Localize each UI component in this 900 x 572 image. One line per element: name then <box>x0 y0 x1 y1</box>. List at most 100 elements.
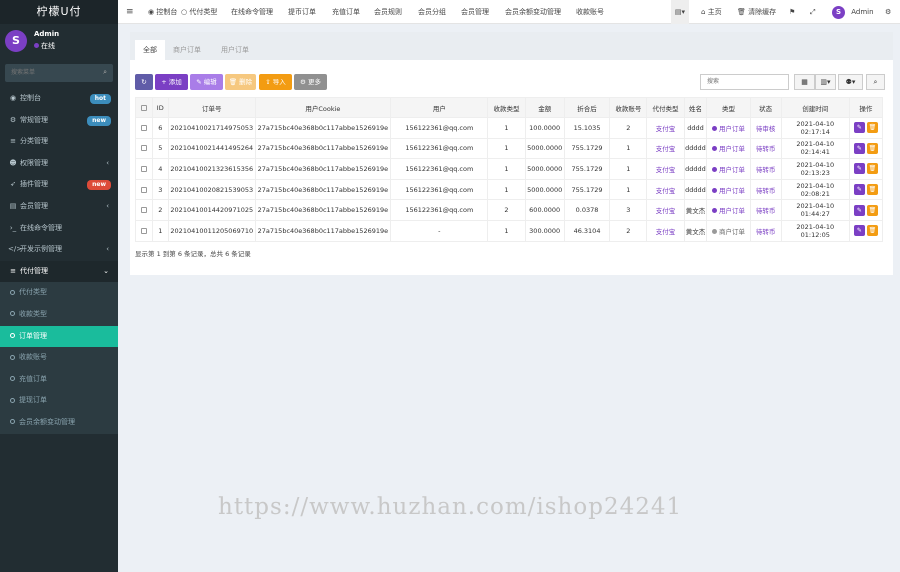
checkbox[interactable] <box>140 207 147 214</box>
delete-row-icon[interactable]: 🗑 <box>866 122 878 134</box>
tab-user-orders[interactable]: 用户订单 <box>213 40 257 60</box>
menu-search-input[interactable] <box>5 64 113 82</box>
cell-dai-type[interactable]: 支付宝 <box>646 178 685 201</box>
cell-status[interactable]: 待转币 <box>749 158 782 180</box>
export-dropdown-icon[interactable]: ⚉▾ <box>838 74 863 90</box>
column-header[interactable]: 状态 <box>749 97 782 118</box>
row-checkbox-cell[interactable] <box>135 158 153 180</box>
cell-status[interactable]: 待转币 <box>749 219 782 242</box>
edit-row-icon[interactable]: ✎ <box>853 163 865 175</box>
row-checkbox-cell[interactable] <box>135 219 153 242</box>
column-header[interactable]: 折合后 <box>563 97 611 118</box>
top-nav-item-7[interactable]: 会员管理 <box>461 0 489 24</box>
checkbox[interactable] <box>140 186 147 193</box>
flag-icon[interactable]: ⚑ <box>789 0 795 24</box>
grid-menu-icon[interactable]: ▤▾ <box>671 0 689 24</box>
column-header[interactable]: 收款账号 <box>609 97 648 118</box>
submenu-item-1[interactable]: 收款类型 <box>0 304 118 326</box>
edit-row-icon[interactable]: ✎ <box>853 225 865 237</box>
checkbox[interactable] <box>140 124 147 131</box>
top-nav-item-6[interactable]: 会员分组 <box>418 0 446 24</box>
table-row[interactable]: 1 20210410011205069710 27a715bc40e368b0c11… <box>135 219 884 242</box>
row-checkbox-cell[interactable] <box>135 117 153 139</box>
toggle-view-icon[interactable]: ▦ <box>794 74 815 90</box>
clear-cache-button[interactable]: 🗑 清除缓存 <box>737 0 776 24</box>
column-header[interactable]: 用户Cookie <box>254 97 392 118</box>
checkbox[interactable] <box>140 165 147 172</box>
delete-row-icon[interactable]: 🗑 <box>866 204 878 216</box>
cell-dai-type[interactable]: 支付宝 <box>646 137 685 160</box>
sidebar-item-0[interactable]: ◉ 控制台 hot <box>0 88 118 110</box>
column-header[interactable]: 操作 <box>848 97 884 118</box>
submenu-item-2[interactable]: 订单管理 <box>0 325 118 348</box>
submenu-item-6[interactable]: 会员余额变动管理 <box>0 412 118 434</box>
search-toggle-icon[interactable]: ⌕ <box>866 74 885 90</box>
cell-dai-type[interactable]: 支付宝 <box>646 117 685 139</box>
menu-toggle-icon[interactable]: ≡ <box>126 0 134 24</box>
edit-button[interactable]: ✎ 编辑 <box>190 74 223 90</box>
settings-icon[interactable]: ⚙ <box>885 0 891 24</box>
table-row[interactable]: 4 20210410021323615356 27a715bc40e368b0c11… <box>135 158 884 180</box>
sidebar-item-3[interactable]: ☻ 权限管理 ‹ <box>0 153 118 175</box>
delete-button[interactable]: 🗑 删除 <box>225 74 256 90</box>
app-logo-title[interactable]: 柠檬U付 <box>0 0 118 24</box>
delete-row-icon[interactable]: 🗑 <box>866 184 878 196</box>
import-button[interactable]: ⇪ 导入 <box>259 74 292 90</box>
row-checkbox-cell[interactable] <box>135 137 153 160</box>
sidebar-item-7[interactable]: </>开发示例管理 ‹ <box>0 239 118 261</box>
submenu-item-4[interactable]: 充值订单 <box>0 369 118 391</box>
sidebar-item-8[interactable]: ≡ 代付管理 ⌄ <box>0 260 118 283</box>
search-icon[interactable]: ⌕ <box>103 68 107 77</box>
cell-status[interactable]: 待审核 <box>749 117 782 139</box>
table-row[interactable]: 6 20210410021714975053 27a715bc40e368b0c11… <box>135 117 884 139</box>
column-header[interactable]: 金额 <box>524 97 565 118</box>
columns-dropdown-icon[interactable]: ▥▾ <box>815 74 836 90</box>
column-header[interactable]: 代付类型 <box>646 97 685 118</box>
table-row[interactable]: 5 20210410021441495264 27a715bc40e368b0c11… <box>135 137 884 160</box>
column-header[interactable]: 姓名 <box>683 97 708 118</box>
table-search-input[interactable] <box>700 74 789 90</box>
checkbox[interactable] <box>140 104 147 111</box>
fullscreen-icon[interactable]: ⤢ <box>810 0 816 24</box>
column-header[interactable]: 收款类型 <box>487 97 526 118</box>
sidebar-item-1[interactable]: ⚙ 常规管理 new <box>0 110 118 132</box>
delete-row-icon[interactable]: 🗑 <box>866 163 878 175</box>
cell-status[interactable]: 待转币 <box>749 199 782 221</box>
sidebar-item-6[interactable]: ›_ 在线命令管理 <box>0 218 118 240</box>
more-button[interactable]: ⚙ 更多 <box>294 74 327 90</box>
cell-dai-type[interactable]: 支付宝 <box>646 199 685 221</box>
cell-dai-type[interactable]: 支付宝 <box>646 158 685 180</box>
tab-all[interactable]: 全部 <box>135 40 165 60</box>
delete-row-icon[interactable]: 🗑 <box>866 225 878 237</box>
top-nav-item-0[interactable]: ◉ 控制台 <box>148 0 177 24</box>
sidebar-item-2[interactable]: ≡ 分类管理 <box>0 131 118 153</box>
submenu-item-5[interactable]: 提现订单 <box>0 390 118 412</box>
column-header[interactable]: 创建时间 <box>780 97 850 118</box>
column-header[interactable]: ID <box>151 97 170 118</box>
table-row[interactable]: 3 20210410020821539053 27a715bc40e368b0c11… <box>135 178 884 201</box>
column-header[interactable]: 用户 <box>390 97 489 118</box>
cell-dai-type[interactable]: 支付宝 <box>646 219 685 242</box>
tab-merchant-orders[interactable]: 商户订单 <box>165 40 209 60</box>
top-nav-item-9[interactable]: 收款账号 <box>576 0 604 24</box>
edit-row-icon[interactable]: ✎ <box>853 204 865 216</box>
add-button[interactable]: + 添加 <box>155 74 188 90</box>
cell-status[interactable]: 待转币 <box>749 178 782 201</box>
row-checkbox-cell[interactable] <box>135 178 153 201</box>
column-header[interactable]: 类型 <box>706 97 751 118</box>
submenu-item-3[interactable]: 收款账号 <box>0 347 118 369</box>
top-nav-item-2[interactable]: 在线命令管理 <box>231 0 273 24</box>
top-nav-item-4[interactable]: 充值订单 <box>332 0 360 24</box>
delete-row-icon[interactable]: 🗑 <box>866 142 878 154</box>
edit-row-icon[interactable]: ✎ <box>853 184 865 196</box>
cell-status[interactable]: 待转币 <box>749 137 782 160</box>
top-nav-item-3[interactable]: 提币订单 <box>288 0 316 24</box>
top-nav-item-5[interactable]: 会员规则 <box>374 0 402 24</box>
sidebar-item-5[interactable]: ▤ 会员管理 ‹ <box>0 196 118 218</box>
checkbox[interactable] <box>140 145 147 152</box>
select-all-checkbox-cell[interactable] <box>135 97 153 118</box>
checkbox[interactable] <box>140 227 147 234</box>
sidebar-item-4[interactable]: ➶ 插件管理 new <box>0 174 118 196</box>
top-nav-item-8[interactable]: 会员余额变动管理 <box>505 0 561 24</box>
submenu-item-0[interactable]: 代付类型 <box>0 282 118 304</box>
